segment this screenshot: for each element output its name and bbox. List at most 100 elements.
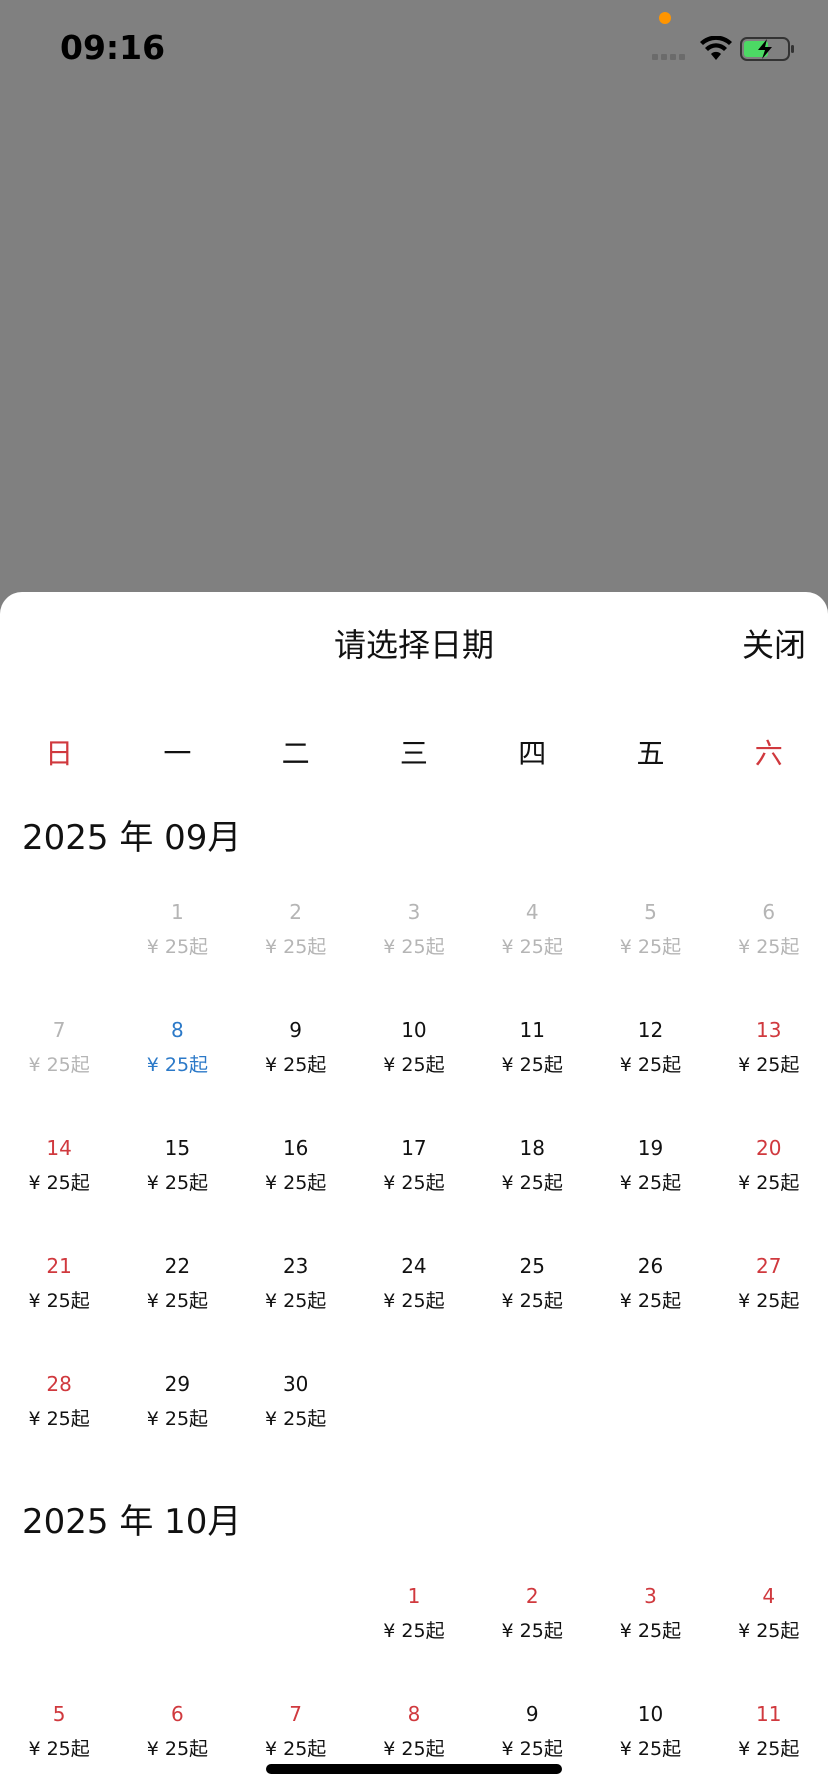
day-price: ¥ 25起 [501, 936, 563, 958]
day-price: ¥ 25起 [146, 936, 209, 958]
weekday-label: 五 [636, 737, 665, 770]
day-cell[interactable]: 9 ¥ 25起 [473, 1684, 591, 1792]
day-price: ¥ 25起 [383, 1738, 445, 1760]
day-number: 11 [519, 1018, 545, 1042]
day-cell[interactable]: 15 ¥ 25起 [118, 1118, 236, 1236]
day-price: ¥ 25起 [619, 1290, 682, 1312]
weekday-header: 日一二三四五六 [0, 732, 828, 772]
day-price: ¥ 25起 [501, 1054, 563, 1076]
day-cell[interactable]: 26 ¥ 25起 [591, 1236, 709, 1354]
day-cell[interactable]: 17 ¥ 25起 [355, 1118, 473, 1236]
day-cell[interactable]: 7 ¥ 25起 [237, 1684, 355, 1792]
day-cell[interactable]: 11 ¥ 25起 [473, 1000, 591, 1118]
day-price: ¥ 25起 [265, 936, 327, 958]
day-cell[interactable]: 28 ¥ 25起 [0, 1354, 118, 1472]
day-price: ¥ 25起 [738, 1290, 800, 1312]
day-price: ¥ 25起 [619, 1620, 682, 1642]
day-cell[interactable]: 3 ¥ 25起 [591, 1566, 709, 1684]
day-number: 7 [289, 1702, 303, 1726]
day-number: 16 [282, 1136, 309, 1160]
day-price: ¥ 25起 [265, 1738, 327, 1760]
day-cell[interactable]: 19 ¥ 25起 [591, 1118, 709, 1236]
day-number: 8 [407, 1702, 421, 1726]
cellular-signal-icon [652, 54, 685, 60]
close-button[interactable]: 关闭 [742, 620, 806, 666]
sheet-title: 请选择日期 [333, 626, 494, 664]
day-cell[interactable]: 8 ¥ 25起 [355, 1684, 473, 1792]
day-cell[interactable]: 27 ¥ 25起 [710, 1236, 828, 1354]
day-cell[interactable]: 2 ¥ 25起 [473, 1566, 591, 1684]
day-number: 24 [401, 1254, 427, 1278]
day-cell[interactable]: 7 ¥ 25起 [0, 1000, 118, 1118]
day-cell[interactable]: 4 ¥ 25起 [710, 1566, 828, 1684]
day-cell[interactable]: 1 ¥ 25起 [118, 882, 236, 1000]
day-cell[interactable]: 1 ¥ 25起 [355, 1566, 473, 1684]
day-cell[interactable]: 3 ¥ 25起 [355, 882, 473, 1000]
day-cell[interactable]: 18 ¥ 25起 [473, 1118, 591, 1236]
day-number: 5 [52, 1702, 66, 1726]
week-row: 7 ¥ 25起 8 ¥ 25起 9 ¥ 25起 10 ¥ 25起 11 ¥ 25起 12 ¥ 25起 1… [0, 1000, 828, 1118]
day-cell[interactable]: 2 ¥ 25起 [237, 882, 355, 1000]
day-cell[interactable]: 5 ¥ 25起 [591, 882, 709, 1000]
day-price: ¥ 25起 [265, 1290, 327, 1312]
day-price: ¥ 25起 [383, 1620, 445, 1642]
day-cell[interactable]: 20 ¥ 25起 [710, 1118, 828, 1236]
day-cell[interactable]: 8 ¥ 25起 [118, 1000, 236, 1118]
day-cell[interactable]: 5 ¥ 25起 [0, 1684, 118, 1792]
day-number: 28 [46, 1372, 72, 1396]
day-price: ¥ 25起 [383, 1172, 445, 1194]
battery-charging-icon [740, 37, 794, 61]
day-cell[interactable]: 29 ¥ 25起 [118, 1354, 236, 1472]
weekday-label: 六 [754, 737, 783, 770]
day-number: 29 [164, 1372, 191, 1396]
day-price: ¥ 25起 [28, 1408, 90, 1430]
day-cell[interactable]: 4 ¥ 25起 [473, 882, 591, 1000]
day-cell[interactable]: 10 ¥ 25起 [355, 1000, 473, 1118]
day-number: 6 [171, 1702, 184, 1726]
day-cell[interactable]: 11 ¥ 25起 [710, 1684, 828, 1792]
weekday-label: 三 [399, 737, 428, 770]
day-price: ¥ 25起 [146, 1408, 209, 1430]
day-cell[interactable]: 22 ¥ 25起 [118, 1236, 236, 1354]
day-number: 3 [407, 900, 421, 924]
day-price: ¥ 25起 [738, 1172, 800, 1194]
day-cell[interactable]: 14 ¥ 25起 [0, 1118, 118, 1236]
day-price: ¥ 25起 [265, 1054, 327, 1076]
day-cell[interactable]: 16 ¥ 25起 [237, 1118, 355, 1236]
day-cell[interactable]: 12 ¥ 25起 [591, 1000, 709, 1118]
day-cell[interactable]: 24 ¥ 25起 [355, 1236, 473, 1354]
privacy-indicator-icon [659, 12, 671, 24]
day-number: 6 [762, 900, 776, 924]
date-picker-sheet: 请选择日期 关闭 日一二三四五六 2025 年 09月 1 ¥ 25起 2 ¥ 25起 3… [0, 592, 828, 1792]
day-number: 10 [401, 1018, 427, 1042]
day-price: ¥ 25起 [28, 1054, 90, 1076]
day-price: ¥ 25起 [501, 1738, 563, 1760]
day-cell[interactable]: 9 ¥ 25起 [237, 1000, 355, 1118]
day-cell[interactable]: 6 ¥ 25起 [118, 1684, 236, 1792]
weekday-label: 一 [163, 737, 192, 770]
status-bar: 09:16 [0, 0, 828, 100]
day-price: ¥ 25起 [146, 1738, 209, 1760]
day-price: ¥ 25起 [265, 1172, 327, 1194]
week-row: 1 ¥ 25起 2 ¥ 25起 3 ¥ 25起 4 ¥ 25起 [0, 1566, 828, 1684]
day-price: ¥ 25起 [28, 1738, 90, 1760]
day-number: 23 [282, 1254, 309, 1278]
day-cell[interactable]: 10 ¥ 25起 [591, 1684, 709, 1792]
day-number: 30 [282, 1372, 309, 1396]
day-cell[interactable]: 30 ¥ 25起 [237, 1354, 355, 1472]
day-price: ¥ 25起 [619, 1172, 682, 1194]
day-number: 4 [762, 1584, 776, 1608]
weekday-label: 日 [45, 737, 74, 770]
day-cell[interactable]: 21 ¥ 25起 [0, 1236, 118, 1354]
day-cell[interactable]: 6 ¥ 25起 [710, 882, 828, 1000]
day-price: ¥ 25起 [619, 1054, 682, 1076]
day-cell[interactable]: 25 ¥ 25起 [473, 1236, 591, 1354]
day-price: ¥ 25起 [383, 1290, 445, 1312]
day-cell[interactable]: 13 ¥ 25起 [710, 1000, 828, 1118]
day-price: ¥ 25起 [28, 1172, 90, 1194]
week-row: 14 ¥ 25起 15 ¥ 25起 16 ¥ 25起 17 ¥ 25起 18 ¥ 25起 19 ¥ 2… [0, 1118, 828, 1236]
day-cell[interactable]: 23 ¥ 25起 [237, 1236, 355, 1354]
day-price: ¥ 25起 [383, 936, 445, 958]
week-row: 28 ¥ 25起 29 ¥ 25起 30 ¥ 25起 [0, 1354, 828, 1472]
home-indicator[interactable] [266, 1764, 562, 1774]
